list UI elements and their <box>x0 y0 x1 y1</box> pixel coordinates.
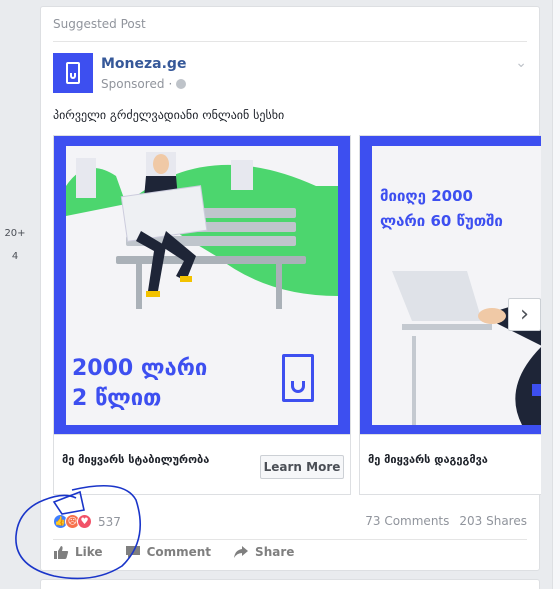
engagement-counts: 73 Comments 203 Shares <box>365 514 527 528</box>
thumbs-up-icon <box>54 546 69 559</box>
post-actions-bar: Like Comment Share <box>53 545 294 559</box>
slide-1-brand-logo-icon <box>282 354 314 402</box>
post-text: პირველი გრძელვადიანი ონლაინ სესხი <box>53 108 285 122</box>
like-label: Like <box>75 545 103 559</box>
separator-dot: · <box>168 77 173 91</box>
shares-count-link[interactable]: 203 Shares <box>459 514 527 528</box>
learn-more-button[interactable]: Learn More <box>260 455 344 479</box>
share-arrow-icon <box>234 546 249 558</box>
carousel-next-chevron-icon[interactable]: › <box>508 298 541 331</box>
globe-icon <box>176 79 187 89</box>
page-avatar[interactable] <box>53 53 93 93</box>
left-counters: 20+ 4 <box>0 222 30 268</box>
ad-carousel: 2000 ლარი 2 წლით მე მიყვარს სტაბილურობა … <box>53 135 541 495</box>
next-post-card-edge <box>40 579 540 589</box>
comment-bubble-icon <box>125 546 140 558</box>
header-divider <box>53 41 527 42</box>
slide-2-headline-line2: ლარი 60 წუთში <box>380 212 503 230</box>
slide-2-headline-line1: მიიღე 2000 <box>380 187 473 205</box>
slide-1-headline: 2000 ლარი 2 წლით <box>72 354 207 414</box>
sponsored-line: Sponsored · <box>101 77 187 91</box>
slide-1-title[interactable]: მე მიყვარს სტაბილურობა <box>62 453 209 466</box>
love-reaction-icon: ♥ <box>77 514 92 529</box>
suggested-post-label: Suggested Post <box>53 17 146 31</box>
slide-2-headline: მიიღე 2000 ლარი 60 წუთში <box>380 184 503 234</box>
suggested-post-card: Suggested Post Moneza.ge Sponsored · ⌄ პ… <box>40 6 541 571</box>
sponsored-label[interactable]: Sponsored <box>101 77 164 91</box>
carousel-slide-1[interactable]: 2000 ლარი 2 წლით მე მიყვარს სტაბილურობა … <box>53 135 351 495</box>
share-button[interactable]: Share <box>233 545 294 559</box>
slide-1-headline-line2: 2 წლით <box>72 386 162 411</box>
comments-count-link[interactable]: 73 Comments <box>365 514 449 528</box>
slide-1-image[interactable]: 2000 ლარი 2 წლით <box>54 136 350 434</box>
comment-button[interactable]: Comment <box>125 545 211 559</box>
comment-label: Comment <box>146 545 212 559</box>
post-options-chevron-icon[interactable]: ⌄ <box>515 55 527 71</box>
moneza-logo-icon <box>66 62 80 84</box>
page-name-link[interactable]: Moneza.ge <box>101 56 186 72</box>
slide-1-headline-line1: 2000 ლარი <box>72 356 208 381</box>
count-badge-bottom: 4 <box>11 251 19 262</box>
slide-2-footer: მე მიყვარს დაგეგმვა <box>360 434 541 494</box>
count-badge-top: 20+ <box>4 228 26 239</box>
slide-1-footer: მე მიყვარს სტაბილურობა Learn More <box>54 434 350 494</box>
reactions-summary[interactable]: 👍 ☹ ♥ 537 <box>53 514 121 529</box>
right-column-edge <box>552 0 560 589</box>
slide-2-title[interactable]: მე მიყვარს დაგეგმვა <box>368 453 488 466</box>
like-button[interactable]: Like <box>53 545 103 559</box>
slide-2-image[interactable]: მიიღე 2000 ლარი 60 წუთში <box>360 136 541 434</box>
share-label: Share <box>255 545 295 559</box>
actions-divider <box>53 539 527 540</box>
reaction-count[interactable]: 537 <box>98 515 121 529</box>
